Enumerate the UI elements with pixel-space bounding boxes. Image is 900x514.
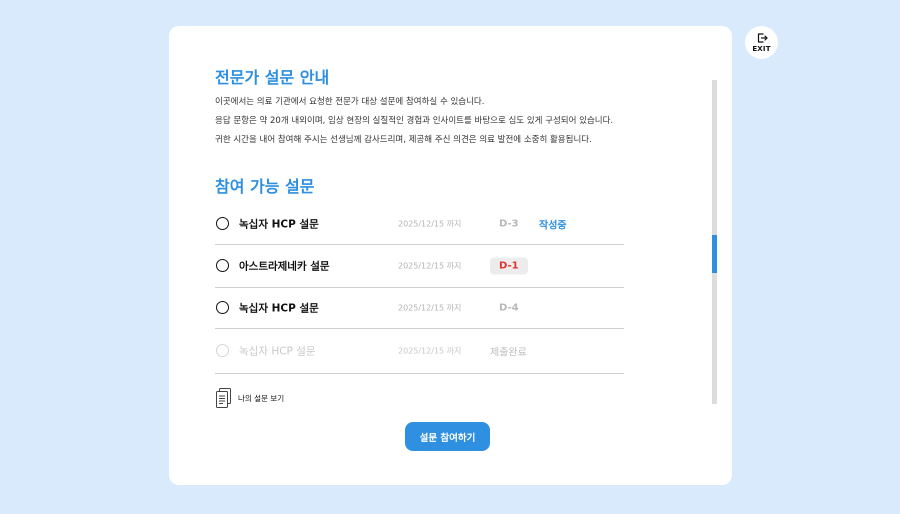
- survey-radio[interactable]: [216, 217, 229, 230]
- guide-line: 이곳에서는 의료 기관에서 요청한 전문가 대상 설문에 참여하실 수 있습니다…: [215, 97, 485, 107]
- my-surveys-link[interactable]: 나의 설문 보기: [216, 388, 284, 408]
- survey-radio-disabled: [216, 344, 229, 357]
- survey-item-completed: 녹십자 HCP 설문 2025/12/15 까지 제출완료: [215, 329, 624, 374]
- guide-description: 이곳에서는 의료 기관에서 요청한 전문가 대상 설문에 참여하실 수 있습니다…: [215, 93, 613, 150]
- survey-dday: D-3: [499, 218, 519, 230]
- my-surveys-label: 나의 설문 보기: [238, 393, 285, 403]
- survey-name: 녹십자 HCP 설문: [239, 302, 319, 315]
- document-icon: [216, 388, 231, 408]
- guide-title: 전문가 설문 안내: [215, 68, 330, 87]
- survey-deadline: 2025/12/15 까지: [398, 261, 462, 271]
- guide-line: 응답 문항은 약 20개 내외이며, 임상 현장의 실질적인 경험과 인사이트를…: [215, 116, 614, 126]
- survey-name: 아스트라제네카 설문: [239, 260, 330, 273]
- survey-radio[interactable]: [216, 301, 229, 314]
- survey-status-submitted: 제출완료: [490, 347, 527, 359]
- guide-line: 귀한 시간을 내어 참여해 주시는 선생님께 감사드리며, 제공해 주신 의견은…: [215, 135, 592, 145]
- survey-name: 녹십자 HCP 설문: [239, 218, 319, 231]
- survey-item[interactable]: 녹십자 HCP 설문 2025/12/15 까지 D-3 작성중: [215, 204, 624, 245]
- exit-icon: [757, 33, 768, 43]
- available-surveys-title: 참여 가능 설문: [215, 177, 315, 196]
- exit-button[interactable]: EXIT: [745, 26, 778, 59]
- survey-deadline: 2025/12/15 까지: [398, 219, 462, 229]
- survey-deadline: 2025/12/15 까지: [398, 303, 462, 313]
- survey-dday: D-4: [499, 302, 519, 314]
- survey-dday-urgent: D-1: [490, 257, 528, 275]
- survey-item[interactable]: 녹십자 HCP 설문 2025/12/15 까지 D-4: [215, 288, 624, 329]
- survey-deadline: 2025/12/15 까지: [398, 346, 462, 356]
- survey-item[interactable]: 아스트라제네카 설문 2025/12/15 까지 D-1: [215, 245, 624, 288]
- scrollbar[interactable]: [712, 80, 717, 404]
- survey-name: 녹십자 HCP 설문: [239, 345, 316, 358]
- survey-status-in-progress: 작성중: [539, 220, 567, 232]
- exit-label: EXIT: [752, 45, 771, 53]
- scrollbar-thumb[interactable]: [712, 235, 717, 273]
- survey-list: 녹십자 HCP 설문 2025/12/15 까지 D-3 작성중 아스트라제네카…: [215, 204, 624, 374]
- survey-card: 전문가 설문 안내 이곳에서는 의료 기관에서 요청한 전문가 대상 설문에 참…: [169, 26, 732, 485]
- join-survey-button[interactable]: 설문 참여하기: [405, 422, 490, 451]
- survey-radio[interactable]: [216, 259, 229, 272]
